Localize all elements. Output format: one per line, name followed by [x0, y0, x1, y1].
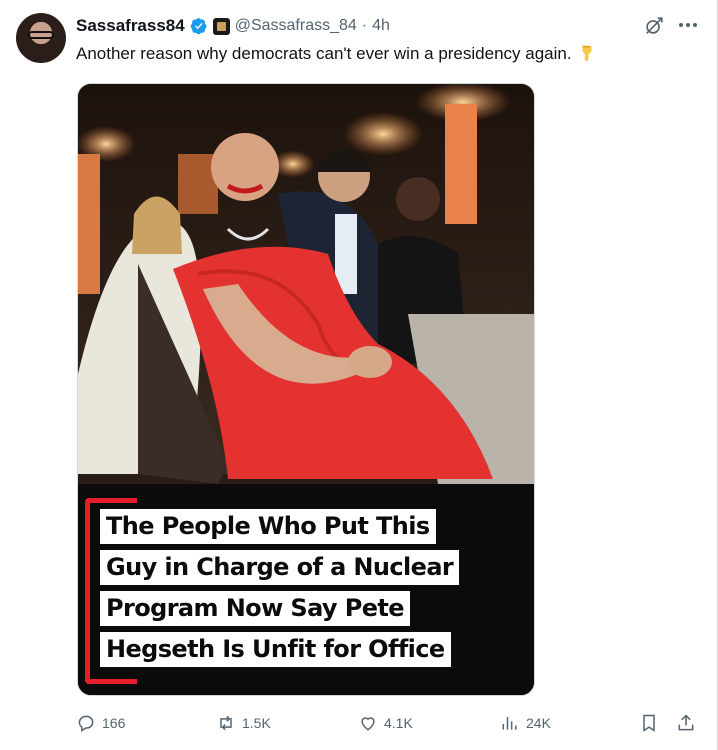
like-icon: [361, 717, 375, 731]
reply-button[interactable]: 166: [76, 710, 125, 736]
tweet-media[interactable]: The People Who Put This Guy in Charge of…: [77, 83, 535, 696]
avatar-glasses: [28, 31, 54, 39]
verified-badge-icon[interactable]: [190, 17, 208, 35]
separator-dot: ·: [361, 17, 368, 34]
reply-icon: [78, 715, 94, 732]
tweet-text: Another reason why democrats can't ever …: [76, 44, 572, 63]
tweet-header: Sassafrass84 @Sassafrass_84 · 4h: [76, 14, 390, 38]
timestamp[interactable]: 4h: [372, 17, 390, 35]
caption-lines: The People Who Put This Guy in Charge of…: [100, 509, 460, 673]
caption-line: Hegseth Is Unfit for Office: [100, 632, 451, 667]
more-icon[interactable]: [676, 14, 700, 36]
views-button[interactable]: 24K: [500, 710, 551, 736]
grok-icon[interactable]: [643, 15, 665, 37]
like-button[interactable]: 4.1K: [358, 710, 413, 736]
action-bar: 166 1.5K 4.1K 24K: [76, 710, 700, 736]
tweet-text-row: Another reason why democrats can't ever …: [76, 42, 596, 66]
views-icon: [502, 717, 517, 730]
caption-line: Program Now Say Pete: [100, 591, 410, 626]
event-photo: [78, 84, 534, 484]
avatar[interactable]: [16, 13, 66, 63]
pointing-down-hand-icon: [582, 45, 592, 62]
share-button[interactable]: [676, 710, 696, 736]
bookmark-icon: [643, 714, 655, 732]
handle[interactable]: @Sassafrass_84: [235, 17, 357, 35]
like-count: 4.1K: [384, 715, 413, 731]
repost-icon: [220, 715, 232, 731]
tweet-card[interactable]: Sassafrass84 @Sassafrass_84 · 4h Another…: [0, 0, 718, 750]
share-icon: [678, 714, 694, 731]
caption-line: The People Who Put This: [100, 509, 436, 544]
reply-count: 166: [102, 715, 126, 731]
bookmark-button[interactable]: [639, 710, 659, 736]
repost-count: 1.5K: [242, 715, 271, 731]
affiliation-badge-icon[interactable]: [212, 17, 230, 35]
caption-line: Guy in Charge of a Nuclear: [100, 550, 460, 585]
views-count: 24K: [526, 715, 551, 731]
caption-area: The People Who Put This Guy in Charge of…: [78, 484, 534, 695]
display-name[interactable]: Sassafrass84: [76, 16, 185, 36]
repost-button[interactable]: 1.5K: [216, 710, 271, 736]
